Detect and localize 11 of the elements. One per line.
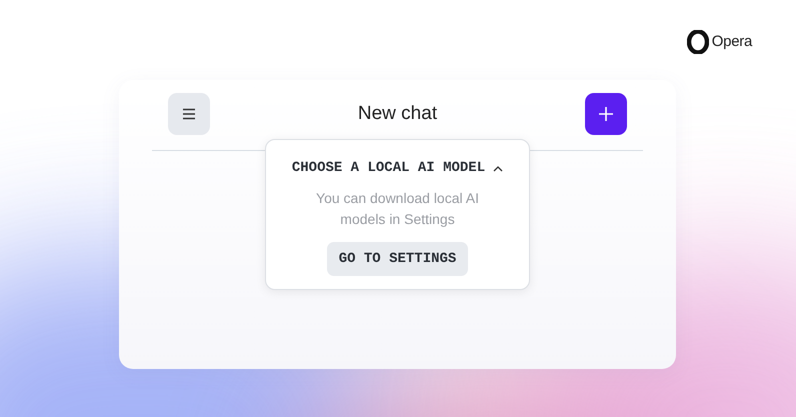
menu-button[interactable]: [168, 93, 210, 135]
plus-icon: [598, 106, 614, 122]
model-dropdown-toggle[interactable]: CHOOSE A LOCAL AI MODEL: [292, 158, 504, 179]
settings-hint: You can download local AI models in Settings: [315, 189, 480, 229]
new-chat-button[interactable]: [584, 93, 627, 135]
brand-name: Opera: [712, 32, 752, 52]
logo-icon: [686, 30, 709, 54]
caret-icon: [493, 166, 504, 172]
go-to-settings-button[interactable]: GO TO SETTINGS: [326, 242, 468, 276]
chat-title: New chat: [358, 102, 438, 126]
menu-icon: [182, 108, 196, 120]
